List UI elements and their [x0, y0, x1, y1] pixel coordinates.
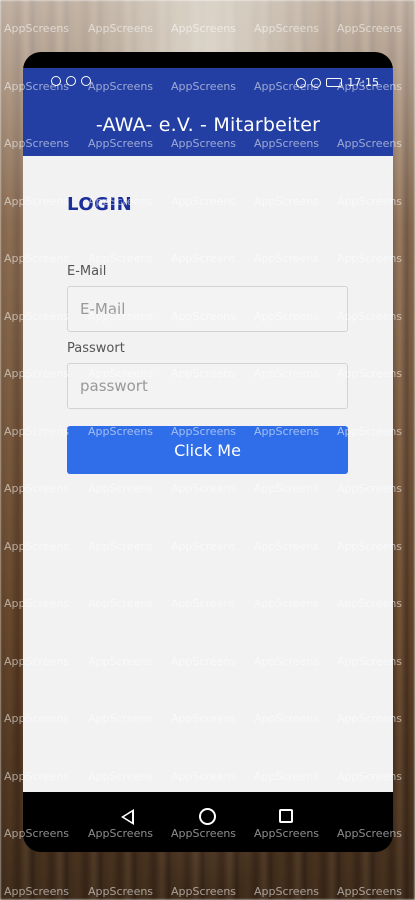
navigation-bar — [23, 792, 393, 852]
email-field[interactable] — [67, 286, 348, 332]
status-time: 17:15 — [347, 76, 379, 89]
status-left-icons — [51, 76, 91, 86]
status-bar: 17:15 — [23, 68, 393, 98]
login-heading: LOGIN — [67, 194, 133, 215]
bluetooth-icon — [311, 77, 322, 88]
app-title: -AWA- e.V. - Mitarbeiter — [95, 114, 321, 136]
password-label: Passwort — [67, 341, 125, 356]
battery-icon — [326, 78, 343, 87]
signal-icon — [51, 76, 61, 86]
wifi-icon — [66, 76, 76, 86]
notification-icon — [81, 76, 91, 86]
alarm-icon — [296, 77, 307, 88]
email-label: E-Mail — [67, 264, 107, 279]
status-right-icons: 17:15 — [296, 76, 379, 89]
password-field[interactable] — [67, 363, 348, 409]
app-screen: 17:15 -AWA- e.V. - Mitarbeiter LOGIN E-M… — [23, 68, 393, 808]
phone-frame: 17:15 -AWA- e.V. - Mitarbeiter LOGIN E-M… — [23, 52, 393, 852]
home-icon[interactable] — [199, 808, 216, 825]
app-bar: -AWA- e.V. - Mitarbeiter — [23, 98, 393, 156]
recent-apps-icon[interactable] — [279, 809, 293, 823]
back-icon[interactable] — [121, 809, 134, 825]
click-me-button[interactable]: Click Me — [67, 426, 348, 474]
